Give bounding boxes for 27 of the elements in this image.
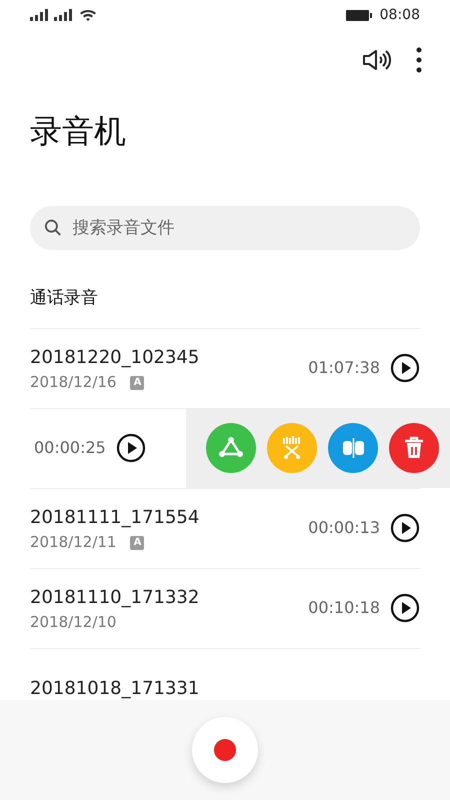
auto-tag: A [130,536,144,550]
duration: 01:07:38 [308,357,380,380]
search-field[interactable]: 搜索录音文件 [70,214,406,242]
recording-name: 20181220_102345 [30,346,200,370]
recording-date: 2018/12/10 [30,612,116,631]
recording-date: 2018/12/11 [30,532,116,551]
duration: 00:00:13 [308,517,380,540]
play-icon[interactable] [116,433,146,464]
page-title: 录音机 [30,112,127,150]
play-icon[interactable] [390,593,420,624]
play-icon[interactable] [390,513,420,544]
play-icon[interactable] [390,353,420,384]
speaker-icon[interactable] [362,49,392,71]
recording-date: 2018/12/16 [30,372,116,391]
record-icon [214,739,236,761]
battery-icon [346,10,372,20]
search-icon [44,218,63,238]
duration: 00:10:18 [308,597,380,620]
section-heading: 通话录音 [30,287,99,310]
duration: 00:00:25 [34,437,106,460]
recording-name: 20181110_171332 [30,586,200,610]
recording-name: 20181018_171331 [30,676,200,701]
search-bar[interactable]: 搜索录音文件 [30,206,420,250]
recording-name: 20181111_171554 [30,506,200,530]
auto-tag: A [130,376,144,390]
clock: 08:08 [380,6,420,24]
more-menu-icon[interactable] [416,47,422,73]
